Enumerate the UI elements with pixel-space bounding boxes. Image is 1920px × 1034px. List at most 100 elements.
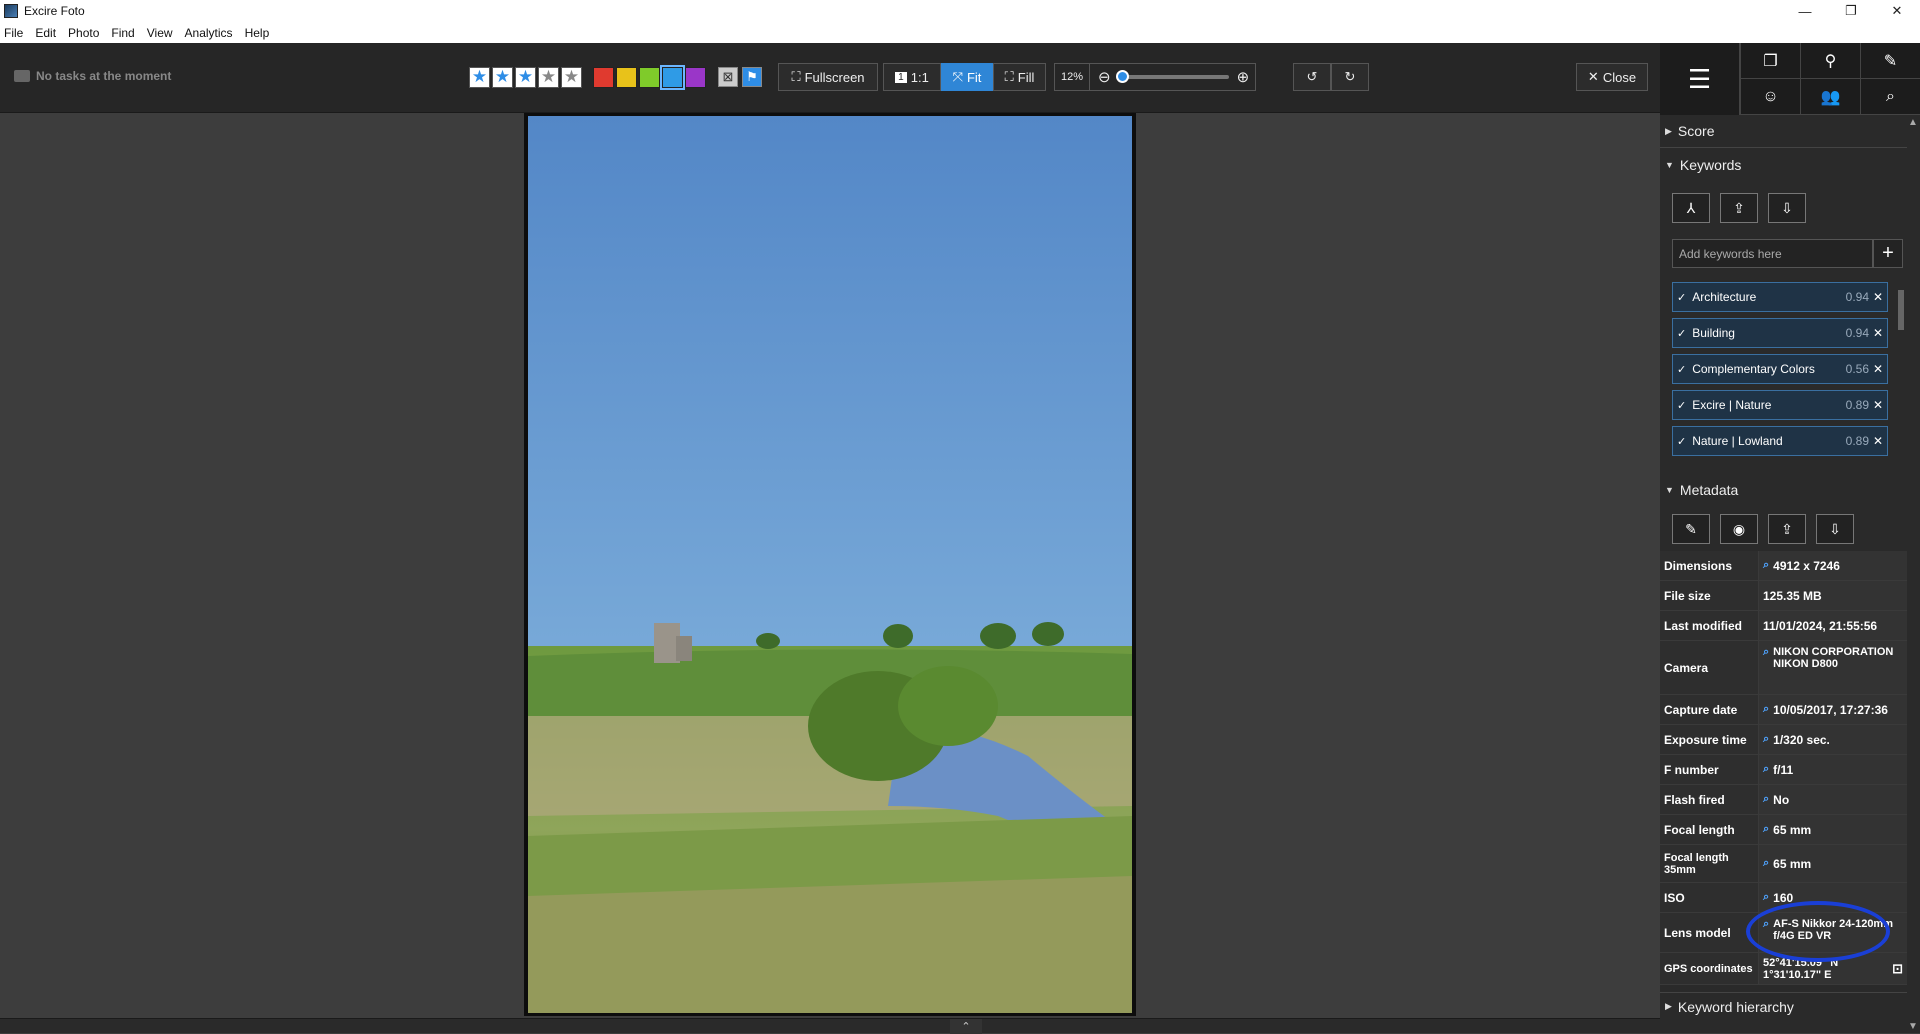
score-section[interactable]: ▶ Score bbox=[1660, 115, 1907, 148]
search-icon[interactable]: ⌕ bbox=[1763, 823, 1769, 836]
color-label-purple[interactable] bbox=[685, 66, 706, 88]
close-view-button[interactable]: ✕ Close bbox=[1576, 63, 1648, 91]
search-icon[interactable]: ⌕ bbox=[1763, 891, 1769, 904]
zoom-slider-knob[interactable] bbox=[1115, 70, 1129, 83]
edit-list-icon[interactable]: ☰ bbox=[1660, 43, 1740, 115]
keyword-export-button[interactable]: ⇩ bbox=[1768, 193, 1806, 223]
pick-flag-icon[interactable]: ⚑ bbox=[742, 67, 762, 87]
keyword-item[interactable]: ✓ Nature | Lowland 0.89 ✕ bbox=[1672, 426, 1888, 456]
keyword-input[interactable]: Add keywords here bbox=[1672, 239, 1873, 268]
keyword-scrollbar[interactable] bbox=[1896, 278, 1906, 456]
menu-find[interactable]: Find bbox=[111, 26, 134, 40]
star-icon-1[interactable]: ★ bbox=[469, 66, 490, 88]
chevron-up-icon[interactable]: ⌃ bbox=[950, 1019, 982, 1034]
remove-keyword-icon[interactable]: ✕ bbox=[1873, 290, 1883, 304]
remove-keyword-icon[interactable]: ✕ bbox=[1873, 326, 1883, 340]
window-title: Excire Foto bbox=[24, 4, 85, 18]
metadata-row: Camera ⌕ NIKON CORPORATION NIKON D800 bbox=[1660, 641, 1907, 695]
keywords-section[interactable]: ▼ Keywords bbox=[1660, 148, 1907, 181]
metadata-import-button[interactable]: ⇪ bbox=[1768, 514, 1806, 544]
menu-edit[interactable]: Edit bbox=[35, 26, 56, 40]
metadata-value-cell[interactable]: ⌕ NIKON CORPORATION NIKON D800 bbox=[1758, 641, 1907, 694]
metadata-key: File size bbox=[1660, 581, 1758, 610]
star-icon-5[interactable]: ★ bbox=[561, 66, 582, 88]
star-icon-4[interactable]: ★ bbox=[538, 66, 559, 88]
check-icon: ✓ bbox=[1677, 327, 1687, 340]
metadata-value: 65 mm bbox=[1773, 822, 1812, 837]
search-icon[interactable]: ⌕ bbox=[1860, 79, 1920, 115]
menu-help[interactable]: Help bbox=[245, 26, 270, 40]
search-icon[interactable]: ⌕ bbox=[1763, 763, 1769, 776]
fullscreen-button[interactable]: ⛶ Fullscreen bbox=[778, 63, 878, 91]
search-icon[interactable]: ⌕ bbox=[1763, 793, 1769, 806]
zoom-in-icon[interactable]: ⊕ bbox=[1237, 68, 1250, 86]
keyword-scroll-thumb[interactable] bbox=[1898, 290, 1904, 330]
keyword-item[interactable]: ✓ Excire | Nature 0.89 ✕ bbox=[1672, 390, 1888, 420]
close-window-button[interactable]: ✕ bbox=[1874, 0, 1920, 22]
zoom-slider[interactable] bbox=[1115, 70, 1229, 83]
add-keyword-button[interactable]: + bbox=[1873, 239, 1903, 268]
keyword-item[interactable]: ✓ Architecture 0.94 ✕ bbox=[1672, 282, 1888, 312]
menu-view[interactable]: View bbox=[147, 26, 173, 40]
star-icon-2[interactable]: ★ bbox=[492, 66, 513, 88]
color-label-blue[interactable] bbox=[660, 64, 685, 90]
keyword-item[interactable]: ✓ Building 0.94 ✕ bbox=[1672, 318, 1888, 348]
filmstrip-bar: ⌃ bbox=[0, 1018, 1660, 1034]
one-to-one-label: 1:1 bbox=[910, 69, 929, 85]
metadata-value-cell[interactable]: ⌕ 1/320 sec. bbox=[1758, 725, 1907, 754]
search-icon[interactable]: ⌕ bbox=[1763, 646, 1769, 659]
search-icon[interactable]: ⌕ bbox=[1763, 733, 1769, 746]
map-icon[interactable]: ⊡ bbox=[1892, 961, 1903, 977]
search-icon[interactable]: ⌕ bbox=[1763, 857, 1769, 870]
color-label-red[interactable] bbox=[593, 66, 614, 88]
metadata-key: GPS coordinates bbox=[1660, 953, 1758, 984]
keyword-hierarchy-section[interactable]: ▶ Keyword hierarchy bbox=[1660, 992, 1907, 1020]
close-icon: ✕ bbox=[1587, 69, 1599, 84]
star-icon-3[interactable]: ★ bbox=[515, 66, 536, 88]
scroll-down-icon[interactable]: ▼ bbox=[1908, 1021, 1918, 1032]
remove-keyword-icon[interactable]: ✕ bbox=[1873, 362, 1883, 376]
collections-icon[interactable]: ❐ bbox=[1740, 43, 1800, 79]
color-label-yellow[interactable] bbox=[616, 66, 637, 88]
rotate-right-button[interactable]: ↻ bbox=[1331, 63, 1369, 91]
menu-analytics[interactable]: Analytics bbox=[185, 26, 233, 40]
metadata-value-cell[interactable]: ⌕ No bbox=[1758, 785, 1907, 814]
face-icon[interactable]: ☺ bbox=[1740, 79, 1800, 115]
search-icon[interactable]: ⌕ bbox=[1763, 559, 1769, 572]
rotate-left-button[interactable]: ↺ bbox=[1293, 63, 1331, 91]
eye-icon[interactable]: ◉ bbox=[1720, 514, 1758, 544]
metadata-export-button[interactable]: ⇩ bbox=[1816, 514, 1854, 544]
location-pin-icon[interactable]: ⚲ bbox=[1800, 43, 1860, 79]
reject-flag-icon[interactable]: ⊠ bbox=[718, 67, 738, 87]
minimize-button[interactable]: — bbox=[1782, 0, 1828, 22]
collapsed-triangle-icon: ▶ bbox=[1665, 125, 1672, 136]
zoom-value: 12% bbox=[1055, 64, 1091, 90]
remove-keyword-icon[interactable]: ✕ bbox=[1873, 398, 1883, 412]
scroll-up-icon[interactable]: ▲ bbox=[1908, 117, 1918, 128]
expanded-triangle-icon: ▼ bbox=[1665, 159, 1674, 170]
edit-pencil-icon[interactable]: ✎ bbox=[1672, 514, 1710, 544]
metadata-value-cell[interactable]: ⌕ 10/05/2017, 17:27:36 bbox=[1758, 695, 1907, 724]
remove-keyword-icon[interactable]: ✕ bbox=[1873, 434, 1883, 448]
panel-scrollbar[interactable]: ▲ ▼ bbox=[1907, 115, 1920, 1033]
metadata-value-cell[interactable]: ⌕ f/11 bbox=[1758, 755, 1907, 784]
metadata-value-cell[interactable]: ⌕ 65 mm bbox=[1758, 845, 1907, 882]
metadata-value-cell[interactable]: ⌕ 4912 x 7246 bbox=[1758, 551, 1907, 580]
color-label-green[interactable] bbox=[639, 66, 660, 88]
search-icon[interactable]: ⌕ bbox=[1763, 703, 1769, 716]
metadata-value-cell[interactable]: ⌕ 65 mm bbox=[1758, 815, 1907, 844]
people-icon[interactable]: 👥 bbox=[1800, 79, 1860, 115]
metadata-value-cell: 125.35 MB bbox=[1758, 581, 1907, 610]
keyword-item[interactable]: ✓ Complementary Colors 0.56 ✕ bbox=[1672, 354, 1888, 384]
keyword-ai-button[interactable]: ⅄ bbox=[1672, 193, 1710, 223]
maximize-button[interactable]: ❐ bbox=[1828, 0, 1874, 22]
menu-photo[interactable]: Photo bbox=[68, 26, 99, 40]
menu-file[interactable]: File bbox=[4, 26, 23, 40]
fit-button[interactable]: ⤧ Fit bbox=[941, 63, 993, 91]
keyword-import-button[interactable]: ⇪ bbox=[1720, 193, 1758, 223]
metadata-section[interactable]: ▼ Metadata bbox=[1660, 473, 1907, 506]
zoom-out-icon[interactable]: ⊖ bbox=[1098, 68, 1111, 86]
tools-icon[interactable]: ✎ bbox=[1860, 43, 1920, 79]
one-to-one-button[interactable]: 1 1:1 bbox=[883, 63, 941, 91]
fill-button[interactable]: ⛶ Fill bbox=[993, 63, 1046, 91]
